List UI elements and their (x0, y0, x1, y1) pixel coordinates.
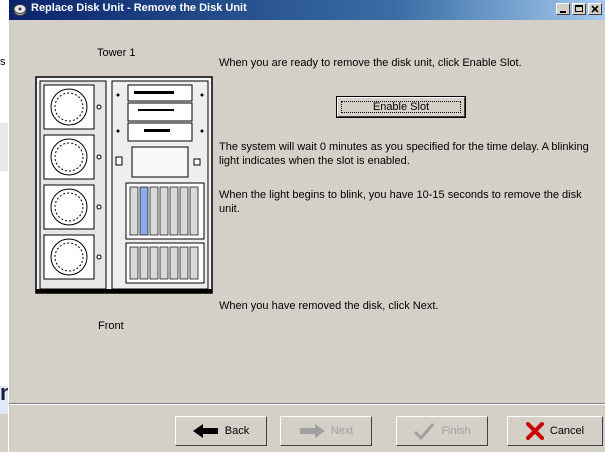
finish-label: Finish (441, 425, 471, 437)
front-view-label: Front (98, 320, 124, 332)
instruction-blink: When the light begins to blink, you have… (219, 189, 582, 215)
next-button[interactable]: Next (280, 416, 372, 446)
wizard-window: Replace Disk Unit - Remove the Disk Unit (8, 0, 605, 452)
fan-icon (43, 84, 102, 130)
checkmark-icon (414, 423, 435, 440)
minimize-button[interactable] (556, 3, 570, 15)
fan-icon (43, 184, 102, 230)
next-label: Next (330, 425, 354, 437)
instruction-next: When you have removed the disk, click Ne… (219, 300, 439, 312)
title-bar[interactable]: Replace Disk Unit - Remove the Disk Unit (9, 0, 605, 20)
window-controls (556, 3, 602, 15)
instruction-enable: When you are ready to remove the disk un… (219, 57, 522, 69)
footer-separator (9, 403, 605, 405)
focus-ring (341, 101, 461, 113)
disk-icon (13, 4, 27, 16)
back-button[interactable]: Back (175, 416, 267, 446)
fan-icon (43, 234, 102, 280)
wizard-content: Tower 1 Front When you are ready to remo… (9, 20, 605, 450)
minimize-icon (560, 11, 566, 13)
close-icon (591, 5, 599, 13)
wizard-footer: Back Next Finish Cancel (9, 406, 605, 450)
disk-bay (125, 182, 205, 240)
enable-slot-button[interactable]: Enable Slot (337, 97, 465, 117)
back-label: Back (224, 425, 250, 437)
close-button[interactable] (588, 3, 602, 15)
maximize-icon (575, 5, 583, 12)
cancel-button[interactable]: Cancel (507, 416, 603, 446)
desktop-background: s n Replace Disk Unit - Remove the Disk … (0, 0, 605, 452)
cancel-label: Cancel (549, 425, 585, 437)
window-title: Replace Disk Unit - Remove the Disk Unit (31, 2, 247, 14)
tower-front-illustration (35, 76, 213, 294)
background-text-fragment: s (0, 56, 6, 68)
x-icon (525, 422, 544, 440)
right-arrow-icon (299, 424, 325, 438)
maximize-button[interactable] (572, 3, 586, 15)
tower-label: Tower 1 (97, 47, 136, 59)
media-bay (116, 84, 204, 142)
disk-bay (125, 242, 205, 284)
left-arrow-icon (192, 424, 218, 438)
finish-button[interactable]: Finish (396, 416, 488, 446)
instruction-wait: The system will wait 0 minutes as you sp… (219, 141, 589, 167)
fan-icon (43, 134, 102, 180)
